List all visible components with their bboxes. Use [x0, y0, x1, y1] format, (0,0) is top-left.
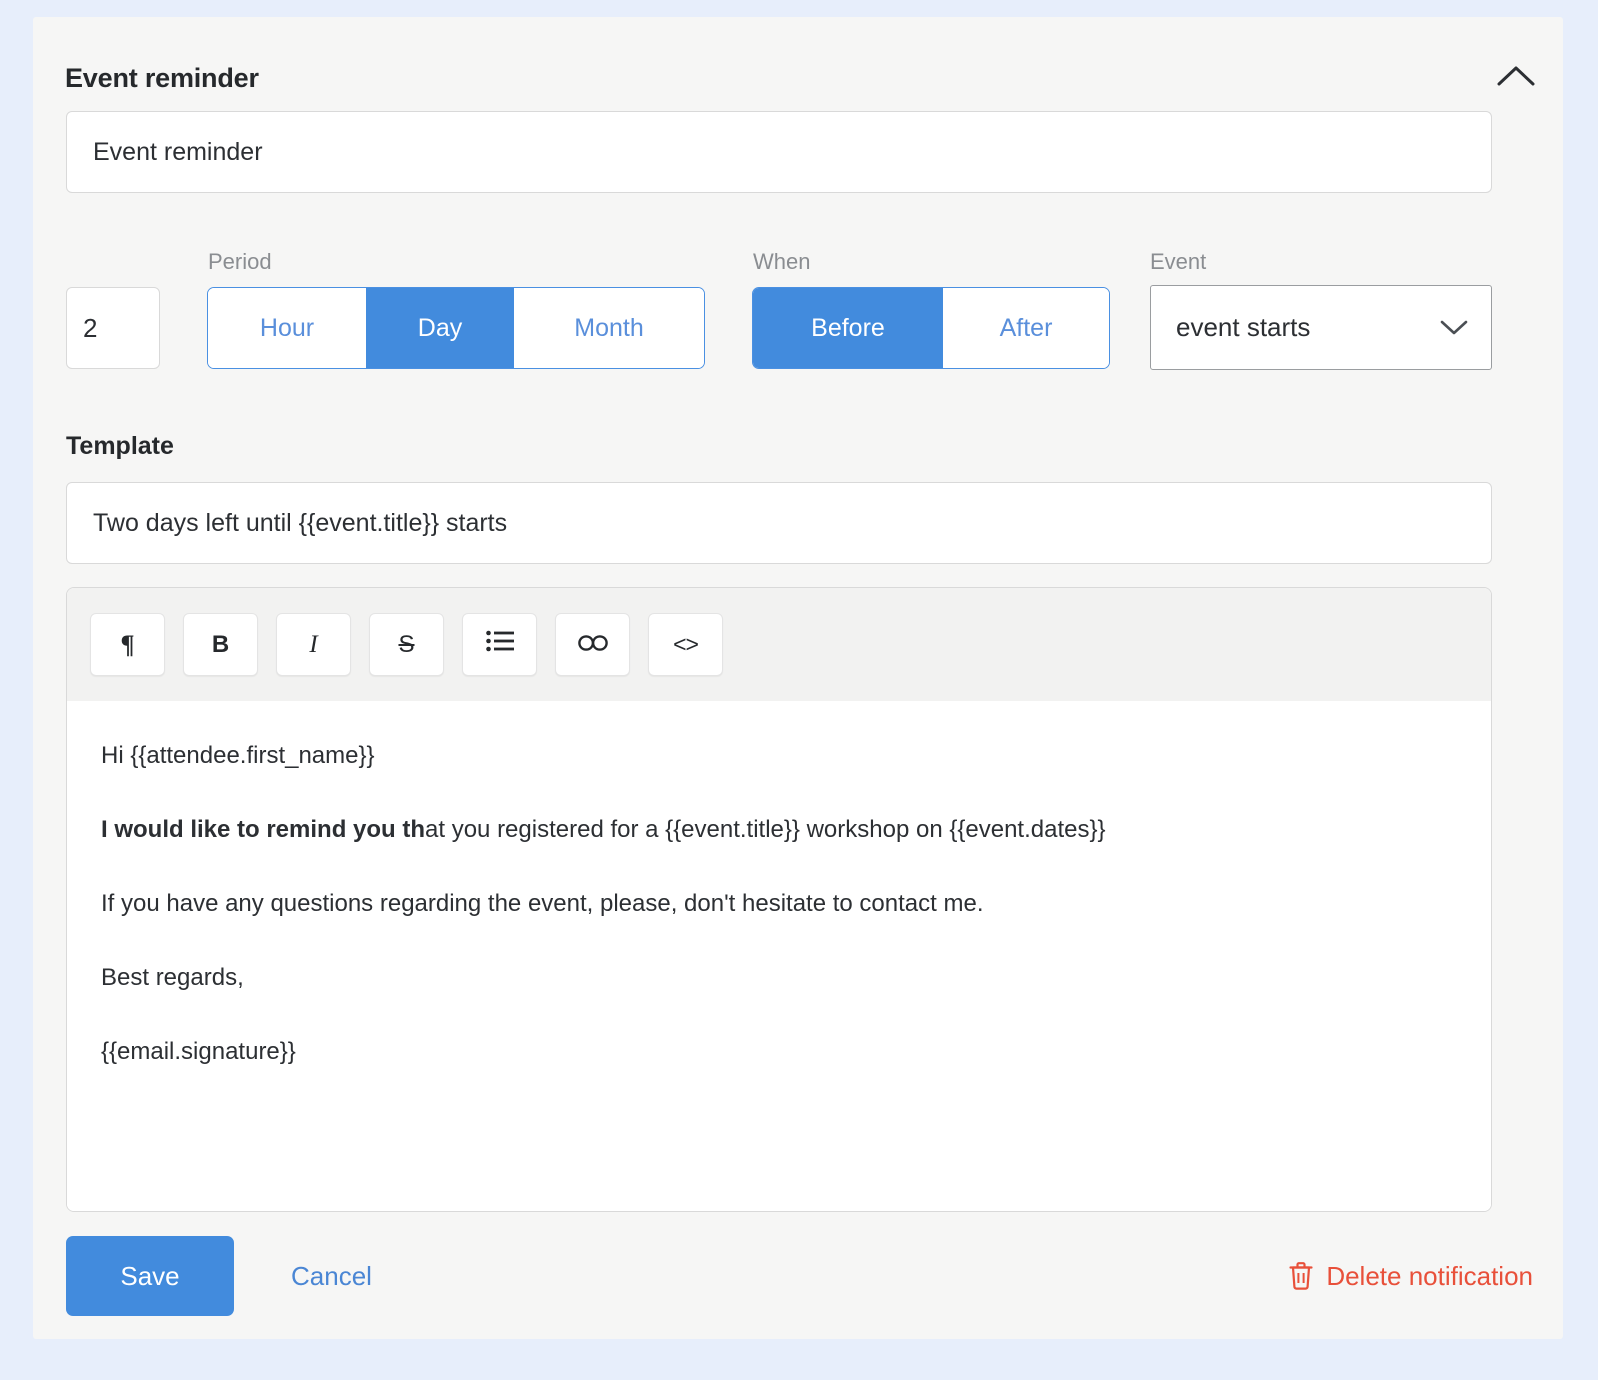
bullet-list-button[interactable] — [462, 613, 537, 676]
card-header: Event reminder — [33, 17, 1563, 115]
code-icon: <> — [673, 631, 699, 657]
italic-icon: I — [309, 630, 318, 658]
when-option-before[interactable]: Before — [753, 288, 943, 368]
delete-notification-button[interactable]: Delete notification — [1288, 1236, 1533, 1316]
paragraph-icon: ¶ — [120, 629, 135, 659]
cancel-button[interactable]: Cancel — [291, 1236, 372, 1316]
template-subject-input[interactable] — [66, 482, 1492, 564]
rich-text-editor: ¶ B I S <> Hi {{attendee.first_name}} I … — [66, 587, 1492, 1212]
editor-paragraph-questions: If you have any questions regarding the … — [101, 890, 984, 917]
chevron-up-icon — [1497, 65, 1535, 87]
editor-paragraph-greeting: Hi {{attendee.first_name}} — [101, 742, 375, 769]
schedule-controls: Period When Event Hour Day Month Before … — [33, 217, 1563, 370]
code-button[interactable]: <> — [648, 613, 723, 676]
period-option-month[interactable]: Month — [514, 288, 704, 368]
link-button[interactable] — [555, 613, 630, 676]
event-trigger-value: event starts — [1176, 312, 1311, 342]
editor-paragraph-closing: Best regards, — [101, 964, 244, 991]
bold-icon: B — [211, 630, 230, 658]
save-button[interactable]: Save — [66, 1236, 234, 1316]
period-label: Period — [208, 249, 272, 274]
bold-button[interactable]: B — [183, 613, 258, 676]
editor-plain-run: at you registered for a {{event.title}} … — [425, 816, 1106, 843]
editor-toolbar: ¶ B I S <> — [67, 588, 1491, 701]
bullet-list-icon — [485, 630, 514, 659]
event-label: Event — [1150, 249, 1207, 274]
template-section-title: Template — [66, 432, 174, 460]
notification-name-input[interactable] — [66, 111, 1492, 193]
period-segmented-control: Hour Day Month — [207, 287, 705, 369]
collapse-toggle-button[interactable] — [1493, 57, 1539, 95]
strikethrough-button[interactable]: S — [369, 613, 444, 676]
editor-content[interactable]: Hi {{attendee.first_name}} I would like … — [67, 701, 1491, 1211]
editor-bold-run: I would like to remind you th — [101, 816, 426, 843]
period-option-day[interactable]: Day — [366, 288, 514, 368]
editor-paragraph-reminder: I would like to remind you that you regi… — [101, 815, 1457, 845]
when-label: When — [753, 249, 811, 274]
page-title: Event reminder — [65, 63, 259, 93]
strikethrough-icon: S — [398, 630, 415, 658]
when-segmented-control: Before After — [752, 287, 1110, 369]
trash-icon — [1288, 1261, 1314, 1291]
period-amount-input[interactable] — [66, 287, 160, 369]
card-footer: Save Cancel Delete notification — [33, 1232, 1563, 1339]
paragraph-button[interactable]: ¶ — [90, 613, 165, 676]
page-root: Event reminder Period When Event Hour Da… — [0, 0, 1598, 1380]
when-option-after[interactable]: After — [943, 288, 1109, 368]
period-option-hour[interactable]: Hour — [208, 288, 366, 368]
italic-button[interactable]: I — [276, 613, 351, 676]
notification-card: Event reminder Period When Event Hour Da… — [33, 17, 1563, 1339]
delete-notification-label: Delete notification — [1326, 1260, 1533, 1291]
event-trigger-select[interactable]: event starts — [1150, 285, 1492, 370]
editor-paragraph-signature: {{email.signature}} — [101, 1038, 296, 1065]
link-icon — [577, 631, 608, 659]
chevron-down-icon — [1439, 319, 1469, 337]
